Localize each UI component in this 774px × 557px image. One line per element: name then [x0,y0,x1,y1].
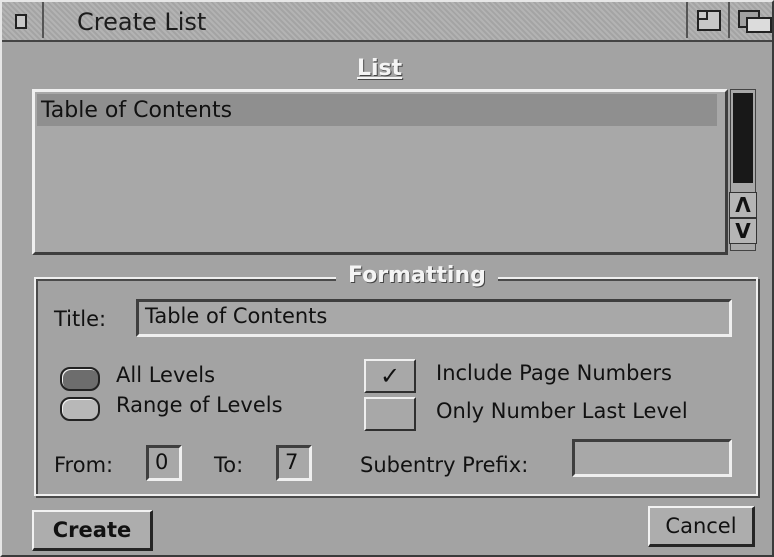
formatting-heading: Formatting [336,263,498,288]
title-bar[interactable]: Create List [2,2,772,42]
from-input[interactable]: 0 [146,445,182,481]
list-item-label: Table of Contents [41,98,233,123]
only-number-last-level-checkbox[interactable] [364,397,416,431]
to-input-value: 7 [285,450,299,474]
include-page-numbers-checkbox[interactable]: ✓ [364,359,416,393]
scrollbar-thumb[interactable] [733,93,753,183]
create-button[interactable]: Create [32,510,153,551]
range-of-levels-label: Range of Levels [116,393,283,417]
scroll-down-arrow-icon: V [735,219,751,243]
check-icon: ✓ [379,362,401,390]
title-input-value: Table of Contents [145,304,328,328]
to-input[interactable]: 7 [276,445,312,481]
title-label: Title: [54,307,107,331]
depth-gadget[interactable] [728,2,774,38]
scroll-up-arrow-icon: Λ [735,193,751,217]
close-gadget[interactable] [2,2,44,38]
list-item-selected[interactable]: Table of Contents [37,94,717,126]
to-label: To: [214,453,244,477]
include-page-numbers-label: Include Page Numbers [436,361,672,385]
all-levels-radio[interactable] [60,367,100,391]
from-input-value: 0 [155,450,169,474]
subentry-prefix-input[interactable] [572,439,732,477]
list-heading: List [357,56,403,81]
close-icon [15,14,27,29]
create-list-dialog: Create List List Table of Contents Λ V F… [0,0,774,557]
list-box[interactable]: Table of Contents [32,89,728,255]
range-of-levels-radio[interactable] [60,397,100,421]
only-number-last-level-label: Only Number Last Level [436,399,688,423]
cancel-button[interactable]: Cancel [648,506,755,547]
from-label: From: [54,453,114,477]
window-title: Create List [77,8,207,36]
all-levels-label: All Levels [116,363,216,387]
scroll-up-button[interactable]: Λ [729,192,757,218]
subentry-prefix-label: Subentry Prefix: [360,453,529,477]
zoom-gadget[interactable] [686,2,728,38]
formatting-group: Formatting Title: Table of Contents All … [34,263,758,496]
scroll-down-button[interactable]: V [729,218,757,244]
title-input[interactable]: Table of Contents [136,299,732,337]
